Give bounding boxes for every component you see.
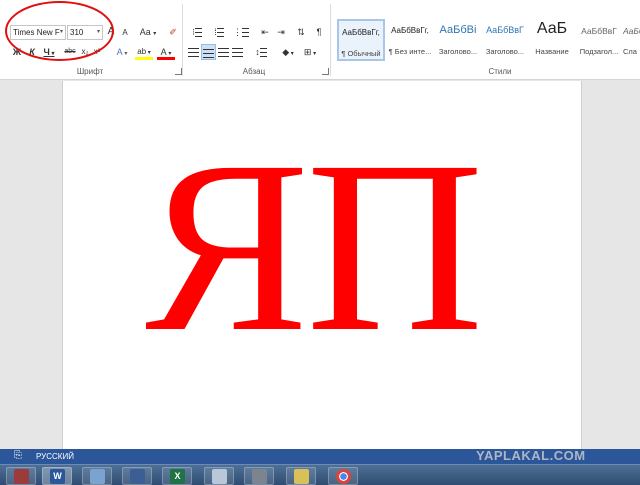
notes-icon [294,469,309,484]
justify-button[interactable] [231,44,244,60]
chevron-down-icon: ▾ [96,29,100,35]
align-right-button[interactable] [217,44,230,60]
shrink-font-button[interactable]: A [120,25,130,41]
styles-group-label: Стили [488,67,512,76]
taskbar-app-6[interactable] [204,467,234,485]
font-dialog-launcher-icon[interactable] [175,68,182,75]
multilevel-list-button[interactable]: ⋮ [232,24,250,40]
style-normal[interactable]: АаБбВвГг, ¶ Обычный [337,19,385,61]
tools-icon [252,469,267,484]
taskbar-word[interactable]: W [42,467,72,485]
style-preview: АаБбВвГ [581,26,617,36]
document-canvas: ЯП [0,81,640,449]
style-preview: АаБбВвГг, [342,28,380,37]
font-name-value: Times New F [13,28,60,37]
subscript-button[interactable]: x₂ [80,44,90,60]
line-spacing-button[interactable]: ↕ [252,44,270,60]
grow-font-button[interactable]: A [106,24,116,40]
paragraph-dialog-launcher-icon[interactable] [322,68,329,75]
watermark: YAPLAKAL.COM [476,448,586,463]
bullets-button[interactable]: ⁝ [188,24,206,40]
chrome-icon [336,469,351,484]
floppy-icon [130,469,145,484]
change-case-button[interactable]: Aa ▾ [138,24,158,40]
italic-button[interactable]: К [27,44,37,60]
text-effects-button[interactable]: A ▾ [114,44,130,60]
style-heading-1[interactable]: АаБбВі Заголово... [434,19,482,61]
strikethrough-button[interactable]: abc [63,44,77,60]
document-text[interactable]: ЯП [145,124,484,370]
style-preview: АаБбВі [439,24,477,36]
style-name: Подзагол... [579,47,619,56]
document-stats-icon[interactable]: ⎘ [14,450,22,461]
style-name: Сла [623,47,637,56]
bold-button[interactable]: Ж [12,44,22,60]
underline-button[interactable]: Ч ▾ [42,44,56,60]
show-marks-button[interactable]: ¶ [314,24,324,40]
increase-indent-button[interactable]: ⇥ [274,24,288,40]
numbering-button[interactable]: ⁞ [210,24,228,40]
font-group-label: Шрифт [76,67,104,76]
taskbar-chrome[interactable] [328,467,358,485]
style-preview: АаБ [536,20,568,37]
taskbar-app-3[interactable] [82,467,112,485]
font-size-combo[interactable]: 310 ▾ [67,25,103,40]
ribbon: Times New F ▾ 310 ▾ A A Aa ▾ ✐ Ж К Ч ▾ a… [0,0,640,80]
style-subtitle[interactable]: АаБбВвГ Подзагол... [575,19,623,61]
word-icon: W [50,469,65,484]
align-center-button[interactable] [201,44,216,60]
taskbar-app-8[interactable] [286,467,316,485]
excel-icon: X [170,469,185,484]
style-preview: АаБбВвГг, [391,26,429,35]
decrease-indent-button[interactable]: ⇤ [258,24,272,40]
borders-icon[interactable]: ⊞ ▾ [302,44,318,60]
superscript-button[interactable]: x² [92,44,102,60]
style-name: ¶ Без инте... [388,47,432,56]
style-heading-2[interactable]: АаБбВвГ Заголово... [481,19,529,61]
style-no-spacing[interactable]: АаБбВвГг, ¶ Без инте... [386,19,434,61]
style-name: Заголово... [438,47,478,56]
font-size-value: 310 [70,28,84,37]
group-separator [330,4,331,76]
clear-formatting-icon[interactable]: ✐ [166,24,180,40]
style-title[interactable]: АаБ Название [528,19,576,61]
calculator-icon [212,469,227,484]
taskbar: W X [0,464,640,485]
font-name-combo[interactable]: Times New F ▾ [10,25,66,40]
sort-button[interactable]: ⇅ [295,24,307,40]
style-preview: АаБбВвГ [486,25,524,35]
style-name: ¶ Обычный [341,49,381,58]
style-name: Заголово... [485,47,525,56]
taskbar-excel[interactable]: X [162,467,192,485]
styles-gallery: АаБбВвГг, ¶ Обычный АаБбВвГг, ¶ Без инте… [333,19,640,61]
taskbar-app-7[interactable] [244,467,274,485]
paragraph-group-label: Абзац [242,67,266,76]
app-icon [14,469,29,484]
taskbar-app-4[interactable] [122,467,152,485]
window-icon [90,469,105,484]
document-page[interactable]: ЯП [62,81,582,449]
align-left-button[interactable] [187,44,200,60]
chevron-down-icon: ▾ [59,29,63,35]
language-indicator[interactable]: РУССКИЙ [36,452,74,461]
style-preview: АаБб [623,26,640,36]
taskbar-app-1[interactable] [6,467,36,485]
font-color-button[interactable]: A ▾ [157,44,175,60]
group-separator [182,4,183,76]
shading-icon[interactable]: ◆ ▾ [280,44,296,60]
highlight-button[interactable]: ab ▾ [135,44,153,60]
style-name: Название [535,47,569,56]
style-subtle-emphasis[interactable]: АаБб Сла [623,19,640,61]
